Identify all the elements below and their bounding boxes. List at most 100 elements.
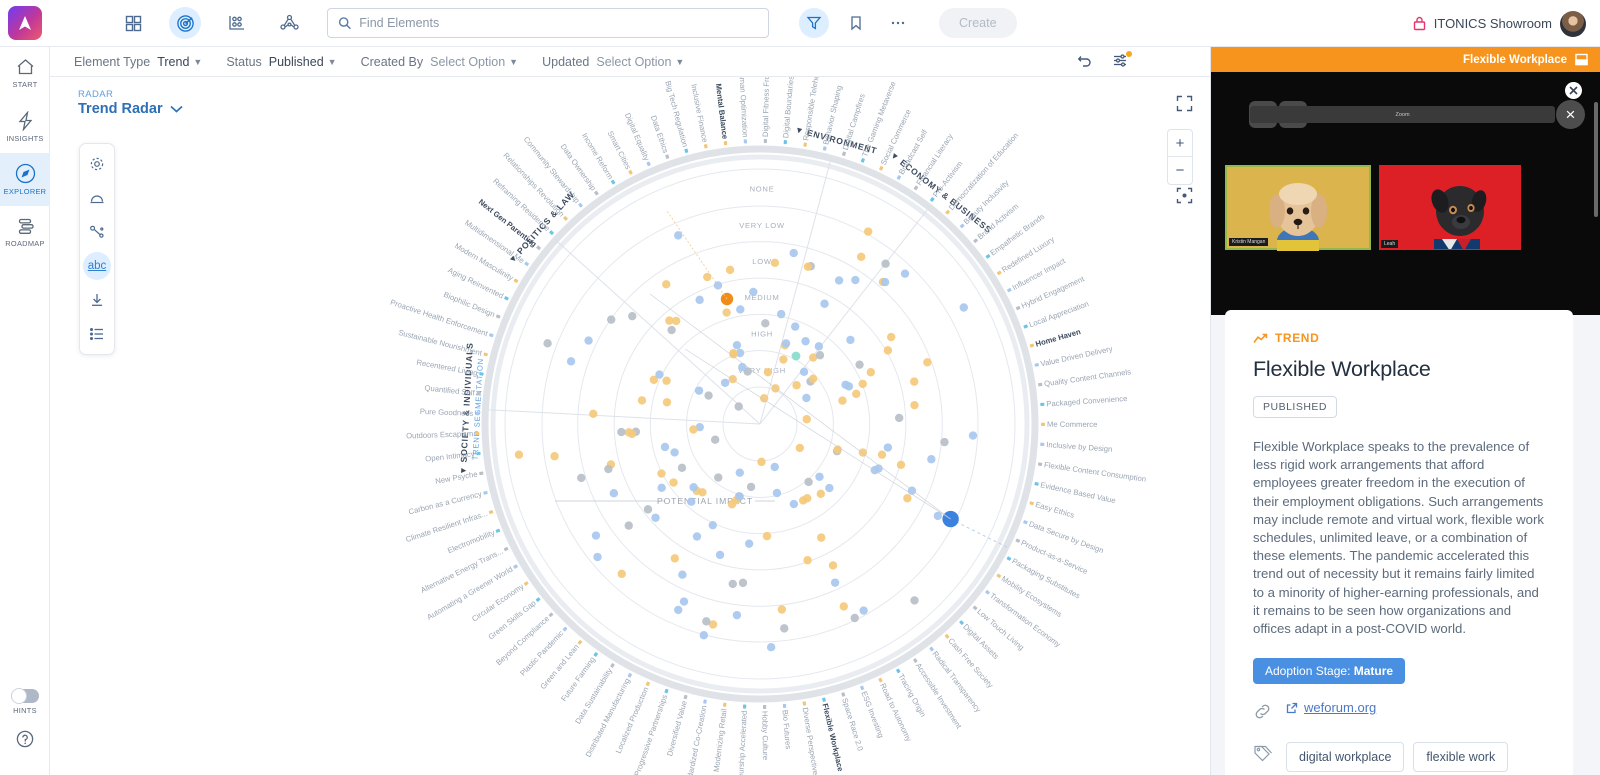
app-logo[interactable]	[0, 0, 50, 47]
ring-label: MEDIUM	[745, 293, 780, 302]
dog-photo-a	[1269, 183, 1327, 251]
radar-element-label[interactable]: Digital Fitness Frontiers	[761, 77, 772, 144]
radar-element-label[interactable]: Home Haven	[1029, 327, 1082, 350]
radar-element-label[interactable]: Data Ethics	[649, 114, 672, 160]
radar-canvas[interactable]: RADAR Trend Radar abc + − NONE VERY LOW …	[50, 77, 1210, 775]
radar-element-label[interactable]: Flexible Content Consumption	[1038, 459, 1147, 484]
radar-element-label[interactable]: Digital Boundaries	[781, 77, 796, 145]
chevron-down-icon: ▼	[509, 56, 519, 67]
video-tile-a[interactable]: Kristin Mangan	[1225, 165, 1371, 251]
search-field[interactable]	[359, 16, 758, 30]
sidebar-item-explorer[interactable]: EXPLORER	[0, 153, 50, 206]
help-icon[interactable]	[0, 730, 50, 753]
radar-element-label[interactable]: Bio Futures	[780, 703, 793, 750]
radar-element-label[interactable]: Open Intimacy	[425, 449, 481, 464]
radar-element-label[interactable]: Space Race 2.0	[838, 691, 865, 752]
search-input[interactable]	[327, 8, 769, 38]
svg-text:Mental Balance: Mental Balance	[714, 83, 730, 140]
search-icon	[338, 17, 351, 30]
filter-value-status[interactable]: Published ▼	[269, 55, 337, 69]
radar-element-label[interactable]: Reframing Residence	[491, 177, 556, 238]
video-tile-b[interactable]: Leah	[1379, 165, 1521, 250]
sidebar-label-start: START	[12, 80, 38, 89]
radar-element-label[interactable]: Diversified Value	[665, 694, 690, 757]
element-description: Flexible Workplace speaks to the prevale…	[1253, 439, 1544, 637]
tag-item[interactable]: flexible work	[1413, 742, 1509, 773]
network-graph-icon[interactable]	[273, 7, 305, 39]
tag-item[interactable]: digital workplace	[1286, 742, 1405, 773]
sidebar-item-roadmap[interactable]: ROADMAP	[0, 206, 50, 259]
radar-element-label[interactable]: Human Optimization	[737, 77, 750, 144]
radar-element-label[interactable]: Recentered Living	[416, 358, 484, 379]
svg-text:Reframing Residence: Reframing Residence	[491, 177, 552, 234]
radar-element-label[interactable]: Entrepreneurship Accelerated	[734, 704, 749, 775]
undo-icon[interactable]	[1077, 52, 1093, 71]
external-link[interactable]: weforum.org	[1286, 700, 1376, 715]
svg-text:Quality Content Channels: Quality Content Channels	[1044, 367, 1132, 388]
sidebar-item-start[interactable]: START	[0, 47, 50, 100]
radar-element-label[interactable]: Evidence Based Value	[1034, 479, 1117, 505]
filter-value-updated[interactable]: Select Option ▼	[596, 55, 684, 69]
svg-text:Carbon as a Currency: Carbon as a Currency	[408, 489, 483, 516]
radar-element-label[interactable]: ESG Investing	[857, 684, 886, 739]
detail-panel: Flexible Workplace Zoom × Kristin Mangan…	[1210, 47, 1600, 775]
radar-element-label[interactable]: Next Gen Parenting	[477, 197, 543, 252]
radar-element-label[interactable]: Me Commerce	[1040, 420, 1097, 429]
account-area[interactable]: ITONICS Showroom	[1413, 0, 1586, 47]
radar-element-label[interactable]: Inclusive by Design	[1040, 440, 1113, 454]
filter-settings-icon[interactable]	[1113, 50, 1132, 71]
media-window-titlebar: Zoom	[1250, 106, 1555, 123]
dog-photo-b	[1431, 186, 1487, 249]
radar-element-label[interactable]: Quality Content Channels	[1038, 367, 1132, 389]
radar-element-label[interactable]: Pure Goodness	[420, 407, 480, 418]
sidebar-item-insights[interactable]: INSIGHTS	[0, 100, 50, 153]
svg-text:Relationships Revolution: Relationships Revolution	[501, 151, 566, 219]
radar-element-label[interactable]: Flexible Workplace	[819, 697, 845, 773]
filter-value-element-type[interactable]: Trend ▼	[157, 55, 202, 69]
svg-text:Digital Boundaries: Digital Boundaries	[781, 77, 796, 139]
hints-toggle[interactable]	[11, 688, 39, 704]
chevron-down-icon: ▼	[327, 56, 337, 67]
radar-element-label[interactable]: Alternative Energy Trans...	[419, 544, 510, 595]
grid-view-icon[interactable]	[117, 7, 149, 39]
filter-value-created-by[interactable]: Select Option ▼	[430, 55, 518, 69]
radar-element-label[interactable]: Radical Transparency	[927, 645, 983, 714]
view-switcher	[117, 7, 305, 39]
radar-element-label[interactable]: Inclusive Finance	[689, 83, 710, 149]
filter-icon[interactable]	[799, 8, 829, 38]
panel-close-icon[interactable]	[1565, 82, 1582, 99]
create-button[interactable]: Create	[939, 8, 1017, 38]
more-options-icon[interactable]	[883, 8, 913, 38]
close-icon[interactable]: ×	[1556, 100, 1585, 129]
radar-element-label[interactable]: Hobby Culture	[760, 704, 770, 760]
radar-element-label[interactable]: Mental Balance	[714, 83, 730, 146]
panel-collapse-icon[interactable]	[1575, 53, 1588, 66]
svg-text:Data Ethics: Data Ethics	[649, 114, 670, 154]
svg-text:Automating a Greener World: Automating a Greener World	[425, 565, 514, 622]
scatter-chart-icon[interactable]	[221, 7, 253, 39]
media-scrollbar[interactable]	[1594, 102, 1598, 217]
bookmark-icon[interactable]	[841, 8, 871, 38]
adoption-stage-badge[interactable]: Adoption Stage: Mature	[1253, 658, 1406, 685]
radar-element-label[interactable]: Beyond Compliance	[494, 610, 555, 667]
avatar[interactable]	[1560, 10, 1586, 37]
radar-element-label[interactable]: Packaged Convenience	[1040, 394, 1128, 409]
radar-element-label[interactable]: Easy Ethics	[1029, 498, 1076, 520]
radar-view-icon[interactable]	[169, 7, 201, 39]
filter-text-status: Published	[268, 54, 324, 69]
sidebar-label-insights: INSIGHTS	[6, 133, 44, 143]
hints-toggle-group[interactable]: HINTS	[0, 688, 50, 715]
svg-text:Inclusive by Design: Inclusive by Design	[1046, 440, 1113, 454]
radar-element-label[interactable]: Distributed Manufacturing	[584, 671, 635, 759]
radar-element-label[interactable]: Accessible Investment	[911, 656, 964, 731]
radar-dots[interactable]	[514, 227, 978, 652]
svg-text:Modernizing Retail: Modernizing Retail	[712, 708, 729, 773]
radar-element-label[interactable]: Value Driven Delivery	[1034, 344, 1114, 369]
radar-element-label[interactable]: Modernizing Retail	[712, 702, 730, 772]
element-type-label: TREND	[1275, 331, 1320, 345]
radar-element-label[interactable]: Diverse Perspectives	[800, 701, 821, 775]
lock-icon	[1413, 16, 1425, 31]
radar-chart[interactable]: NONEVERY LOWLOWMEDIUMHIGHVERY HIGHPOTENT…	[50, 77, 1210, 775]
svg-text:Entrepreneurship Accelerated: Entrepreneurship Accelerated	[734, 710, 748, 775]
media-preview[interactable]: Zoom × Kristin Mangan Leah	[1211, 72, 1600, 315]
